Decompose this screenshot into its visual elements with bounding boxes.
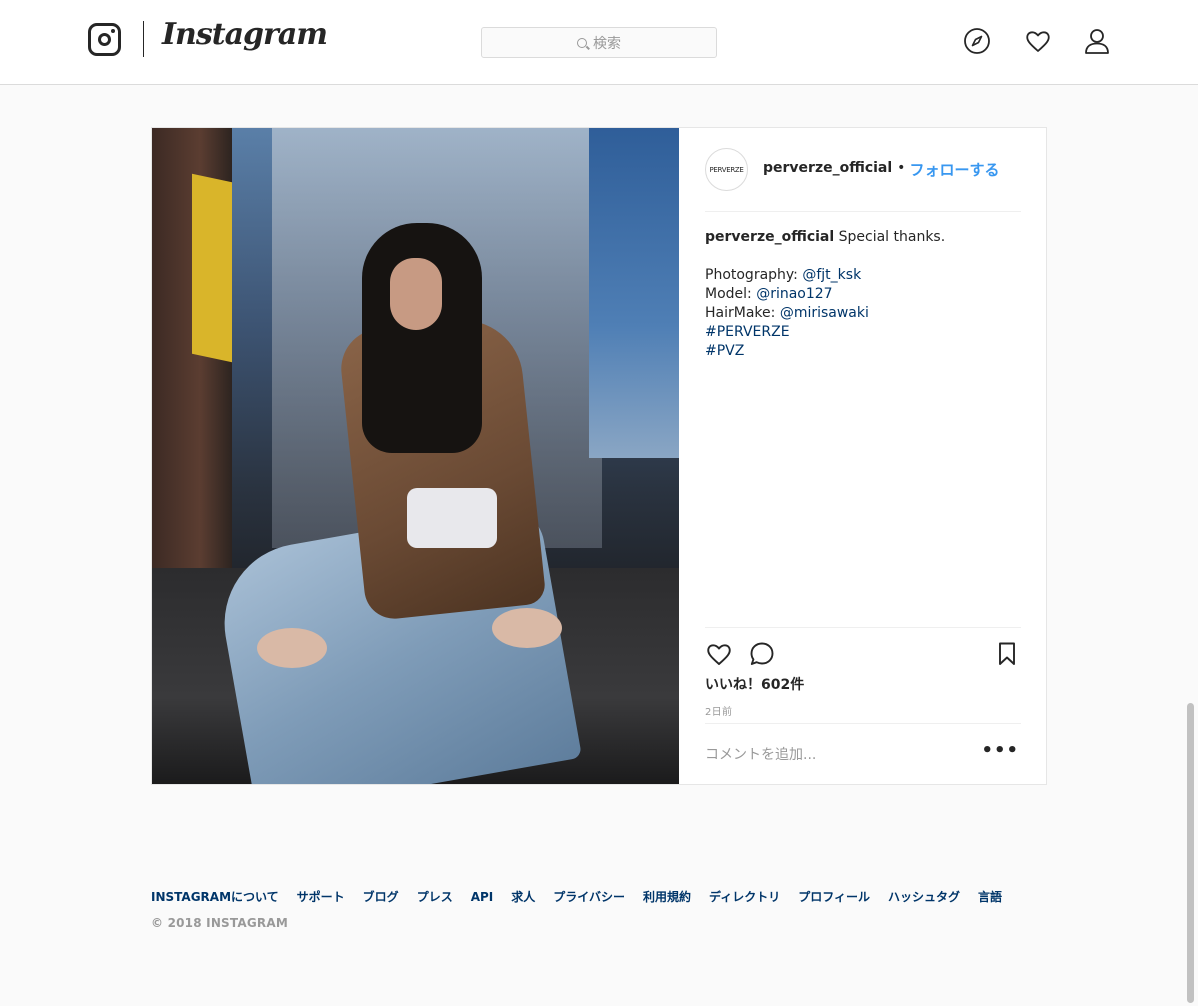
mention-link[interactable]: @mirisawaki: [780, 305, 869, 321]
user-icon[interactable]: [1083, 27, 1111, 55]
more-options-icon[interactable]: •••: [981, 742, 1019, 760]
avatar[interactable]: PERVERZE: [705, 148, 748, 191]
likes-count[interactable]: いいね！602件: [705, 674, 804, 694]
footer-link-directory[interactable]: ディレクトリ: [709, 888, 780, 906]
post-username[interactable]: perverze_official: [763, 160, 892, 176]
heart-icon[interactable]: [1024, 27, 1052, 55]
comment-input[interactable]: [705, 744, 975, 766]
hashtag-link[interactable]: #PERVERZE: [705, 323, 1021, 342]
search-icon: [577, 37, 587, 48]
footer-link-profiles[interactable]: プロフィール: [798, 888, 870, 906]
footer-link-hashtags[interactable]: ハッシュタグ: [888, 888, 960, 906]
post-actions: いいね！602件 2日前: [705, 627, 1021, 723]
footer-link-about[interactable]: INSTAGRAMについて: [151, 888, 279, 906]
post-photo[interactable]: [152, 128, 679, 784]
search-input[interactable]: 検索: [481, 27, 717, 58]
comment-row: •••: [705, 723, 1021, 784]
footer-link-terms[interactable]: 利用規約: [643, 888, 691, 906]
scrollbar[interactable]: [1187, 703, 1194, 1003]
post-card: PERVERZE perverze_official • フォローする perv…: [151, 127, 1047, 785]
top-nav-bar: Instagram 検索: [0, 0, 1198, 85]
copyright: © 2018 INSTAGRAM: [151, 916, 288, 930]
footer-link-press[interactable]: プレス: [417, 888, 453, 906]
header-separator: •: [897, 160, 906, 176]
caption-username[interactable]: perverze_official: [705, 229, 834, 245]
bookmark-icon[interactable]: [993, 640, 1021, 668]
search-placeholder: 検索: [593, 35, 621, 52]
footer-links: INSTAGRAMについて サポート ブログ プレス API 求人 プライバシー…: [151, 888, 1031, 906]
credit-label: Model:: [705, 286, 757, 302]
footer-link-api[interactable]: API: [471, 888, 494, 906]
compass-icon[interactable]: [963, 27, 991, 55]
hashtag-link[interactable]: #PVZ: [705, 342, 1021, 361]
post-sidebar: PERVERZE perverze_official • フォローする perv…: [679, 128, 1046, 784]
footer: INSTAGRAMについて サポート ブログ プレス API 求人 プライバシー…: [151, 888, 1031, 930]
footer-link-blog[interactable]: ブログ: [363, 888, 399, 906]
footer-link-jobs[interactable]: 求人: [511, 888, 535, 906]
footer-link-support[interactable]: サポート: [297, 888, 345, 906]
logo-divider: [143, 21, 144, 57]
footer-link-language[interactable]: 言語: [978, 888, 1002, 906]
like-heart-icon[interactable]: [705, 640, 733, 668]
credit-label: HairMake:: [705, 305, 780, 321]
mention-link[interactable]: @fjt_ksk: [802, 267, 861, 283]
instagram-camera-icon[interactable]: [88, 23, 121, 56]
instagram-wordmark[interactable]: Instagram: [162, 17, 328, 52]
comment-icon[interactable]: [748, 640, 776, 668]
caption-text: Special thanks.: [834, 229, 946, 245]
follow-button[interactable]: フォローする: [909, 159, 999, 180]
avatar-text: PERVERZE: [709, 165, 744, 174]
credit-label: Photography:: [705, 267, 803, 283]
post-header: PERVERZE perverze_official • フォローする: [705, 148, 1021, 212]
post-caption: perverze_official Special thanks. Photog…: [705, 228, 1021, 361]
footer-link-privacy[interactable]: プライバシー: [553, 888, 625, 906]
mention-link[interactable]: @rinao127: [756, 286, 832, 302]
post-timestamp[interactable]: 2日前: [705, 703, 732, 718]
